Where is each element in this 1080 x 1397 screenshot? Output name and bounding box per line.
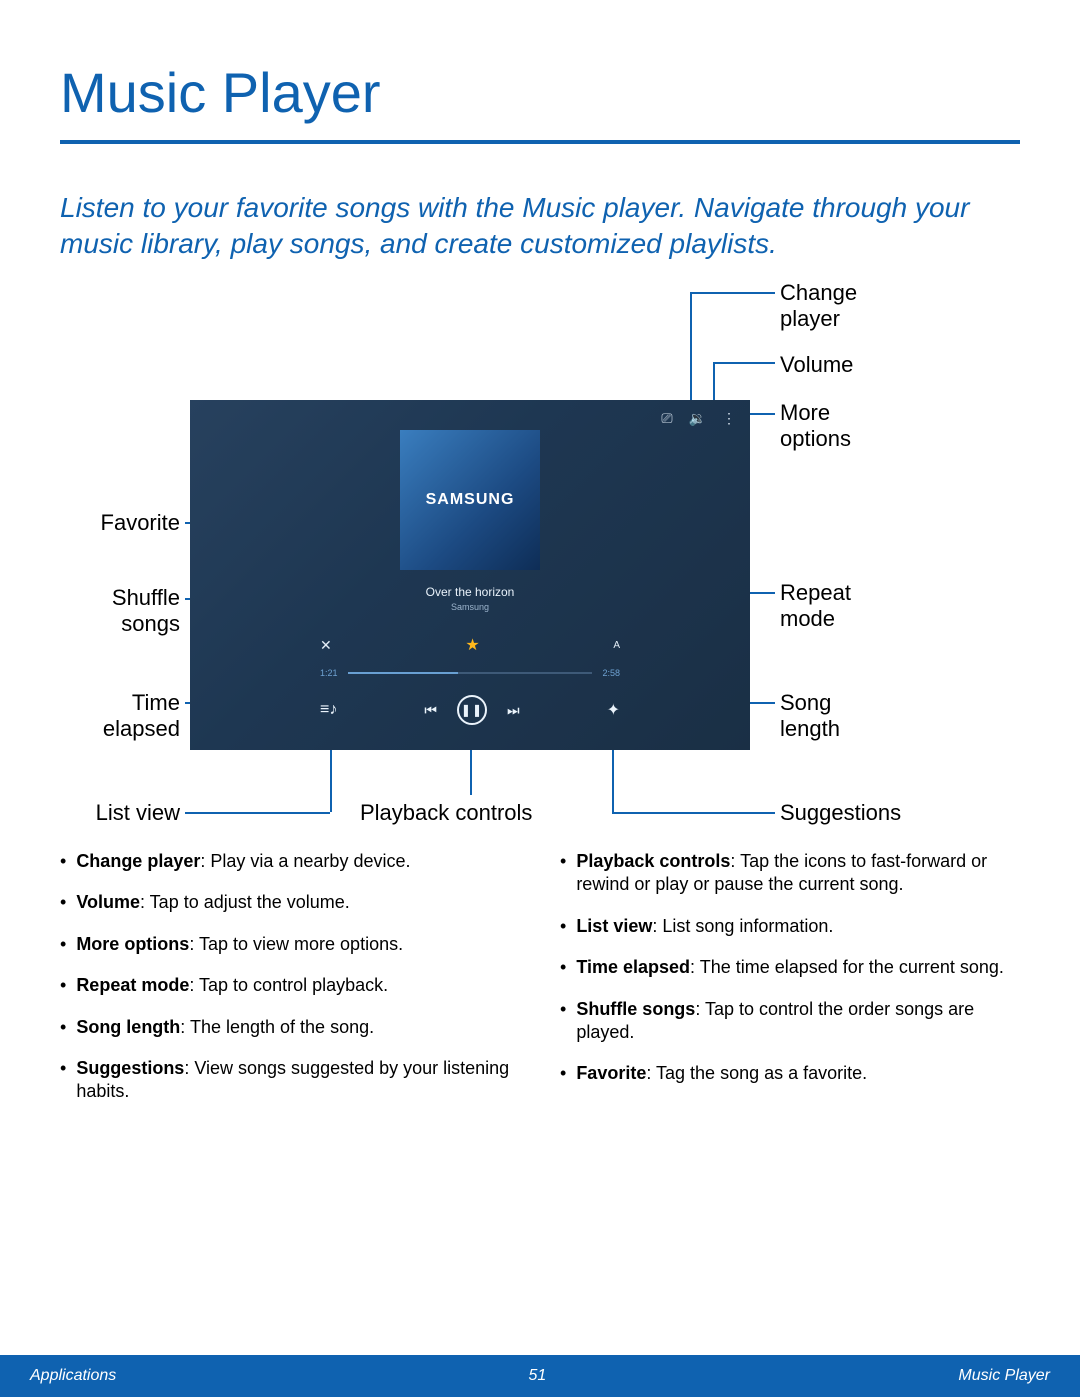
song-title: Over the horizon bbox=[190, 585, 750, 599]
bullet-desc: : List song information. bbox=[652, 916, 833, 936]
callout-time-elapsed: Time elapsed bbox=[80, 690, 180, 743]
bullet-item: •Shuffle songs: Tap to control the order… bbox=[560, 998, 1020, 1045]
callout-favorite: Favorite bbox=[101, 510, 180, 536]
bullet-desc: : Play via a nearby device. bbox=[200, 851, 410, 871]
bullet-item: •Suggestions: View songs suggested by yo… bbox=[60, 1057, 520, 1104]
bullet-text: Volume: Tap to adjust the volume. bbox=[76, 891, 349, 914]
shuffle-icon[interactable]: ✕ bbox=[320, 637, 332, 654]
callout-playback: Playback controls bbox=[360, 800, 532, 826]
footer-bar: Applications 51 Music Player bbox=[0, 1355, 1080, 1397]
progress-track[interactable] bbox=[348, 672, 593, 674]
bullet-text: Suggestions: View songs suggested by you… bbox=[76, 1057, 520, 1104]
playback-controls: ⏮ ❚❚ ⏭ bbox=[424, 695, 519, 725]
bullet-dot: • bbox=[560, 998, 566, 1045]
bullet-desc: : Tap to adjust the volume. bbox=[140, 892, 350, 912]
song-artist: Samsung bbox=[190, 602, 750, 612]
change-player-icon[interactable]: ⎚ bbox=[661, 410, 672, 427]
more-options-icon[interactable]: ⋮ bbox=[722, 410, 736, 427]
annotated-diagram: Change player Volume More options Repeat… bbox=[60, 280, 1020, 840]
bullet-dot: • bbox=[560, 915, 566, 938]
control-row-1: ✕ ★ A bbox=[320, 635, 620, 655]
bullet-item: • Repeat mode: Tap to control playback. bbox=[60, 974, 520, 997]
bullet-dot: • bbox=[60, 1016, 66, 1039]
bullet-text: Shuffle songs: Tap to control the order … bbox=[576, 998, 1020, 1045]
bullet-desc: : The length of the song. bbox=[180, 1017, 374, 1037]
callout-shuffle: Shuffle songs bbox=[90, 585, 180, 638]
bullet-desc: : Tap to control playback. bbox=[189, 975, 388, 995]
bullet-desc: : The time elapsed for the current song. bbox=[690, 957, 1004, 977]
bullet-item: •Playback controls: Tap the icons to fas… bbox=[560, 850, 1020, 897]
callout-change-player: Change player bbox=[780, 280, 900, 333]
suggestions-icon[interactable]: ✦ bbox=[607, 700, 620, 720]
bullet-item: • List view: List song information. bbox=[560, 915, 1020, 938]
bullet-term: More options bbox=[76, 934, 189, 954]
callout-volume: Volume bbox=[780, 352, 853, 378]
bullet-text: Change player: Play via a nearby device. bbox=[76, 850, 410, 873]
bullet-term: List view bbox=[576, 916, 652, 936]
bullet-text: Time elapsed: The time elapsed for the c… bbox=[576, 956, 1004, 979]
player-screenshot: ⎚ 🔉 ⋮ SAMSUNG Over the horizon Samsung ✕… bbox=[190, 400, 750, 750]
bullet-section: • Change player: Play via a nearby device… bbox=[60, 850, 1020, 1122]
bullet-text: More options: Tap to view more options. bbox=[76, 933, 403, 956]
bullet-term: Shuffle songs bbox=[576, 999, 695, 1019]
next-icon[interactable]: ⏭ bbox=[507, 702, 520, 719]
bullet-item: • Time elapsed: The time elapsed for the … bbox=[560, 956, 1020, 979]
bullet-item: • Change player: Play via a nearby device… bbox=[60, 850, 520, 873]
bullet-dot: • bbox=[60, 974, 66, 997]
prev-icon[interactable]: ⏮ bbox=[424, 702, 437, 719]
favorite-icon[interactable]: ★ bbox=[465, 635, 479, 655]
bullet-text: Favorite: Tag the song as a favorite. bbox=[576, 1062, 867, 1085]
bullet-item: • Song length: The length of the song. bbox=[60, 1016, 520, 1039]
intro-text: Listen to your favorite songs with the M… bbox=[60, 190, 1020, 263]
bullet-col-right: •Playback controls: Tap the icons to fas… bbox=[560, 850, 1020, 1122]
bullet-dot: • bbox=[60, 933, 66, 956]
page-title: Music Player bbox=[60, 60, 381, 125]
bullet-item: • More options: Tap to view more options. bbox=[60, 933, 520, 956]
album-brand: SAMSUNG bbox=[426, 491, 515, 509]
bullet-term: Time elapsed bbox=[576, 957, 690, 977]
callout-repeat-mode: Repeat mode bbox=[780, 580, 880, 633]
bullet-term: Playback controls bbox=[576, 851, 730, 871]
callout-song-length: Song length bbox=[780, 690, 880, 743]
bullet-term: Song length bbox=[76, 1017, 180, 1037]
album-art: SAMSUNG bbox=[400, 430, 540, 570]
footer-page-number: 51 bbox=[528, 1367, 546, 1385]
repeat-icon[interactable]: A bbox=[613, 640, 620, 651]
bullet-term: Repeat mode bbox=[76, 975, 189, 995]
bullet-item: • Favorite: Tag the song as a favorite. bbox=[560, 1062, 1020, 1085]
bullet-term: Suggestions bbox=[76, 1058, 184, 1078]
bullet-text: List view: List song information. bbox=[576, 915, 833, 938]
bullet-item: • Volume: Tap to adjust the volume. bbox=[60, 891, 520, 914]
bullet-col-left: • Change player: Play via a nearby device… bbox=[60, 850, 520, 1122]
progress-fill bbox=[348, 672, 458, 674]
song-length-value: 2:58 bbox=[602, 668, 620, 678]
bullet-term: Volume bbox=[76, 892, 140, 912]
control-row-2: ≡♪ ⏮ ❚❚ ⏭ ✦ bbox=[320, 695, 620, 725]
time-elapsed-value: 1:21 bbox=[320, 668, 338, 678]
progress-row: 1:21 2:58 bbox=[320, 668, 620, 678]
bullet-dot: • bbox=[60, 891, 66, 914]
title-rule bbox=[60, 140, 1020, 144]
bullet-text: Playback controls: Tap the icons to fast… bbox=[576, 850, 1020, 897]
footer-left: Applications bbox=[30, 1367, 116, 1385]
bullet-desc: : Tap to view more options. bbox=[189, 934, 403, 954]
pause-button[interactable]: ❚❚ bbox=[457, 695, 487, 725]
callout-suggestions: Suggestions bbox=[780, 800, 901, 826]
bullet-term: Change player bbox=[76, 851, 200, 871]
list-view-icon[interactable]: ≡♪ bbox=[320, 701, 337, 719]
bullet-desc: : Tag the song as a favorite. bbox=[646, 1063, 867, 1083]
bullet-dot: • bbox=[60, 850, 66, 873]
volume-icon[interactable]: 🔉 bbox=[689, 410, 706, 427]
bullet-text: Song length: The length of the song. bbox=[76, 1016, 374, 1039]
bullet-text: Repeat mode: Tap to control playback. bbox=[76, 974, 388, 997]
footer-right: Music Player bbox=[958, 1367, 1050, 1385]
callout-more-options: More options bbox=[780, 400, 880, 453]
bullet-dot: • bbox=[560, 1062, 566, 1085]
bullet-term: Favorite bbox=[576, 1063, 646, 1083]
callout-list-view: List view bbox=[96, 800, 180, 826]
bullet-dot: • bbox=[560, 850, 566, 897]
bullet-dot: • bbox=[560, 956, 566, 979]
bullet-dot: • bbox=[60, 1057, 66, 1104]
